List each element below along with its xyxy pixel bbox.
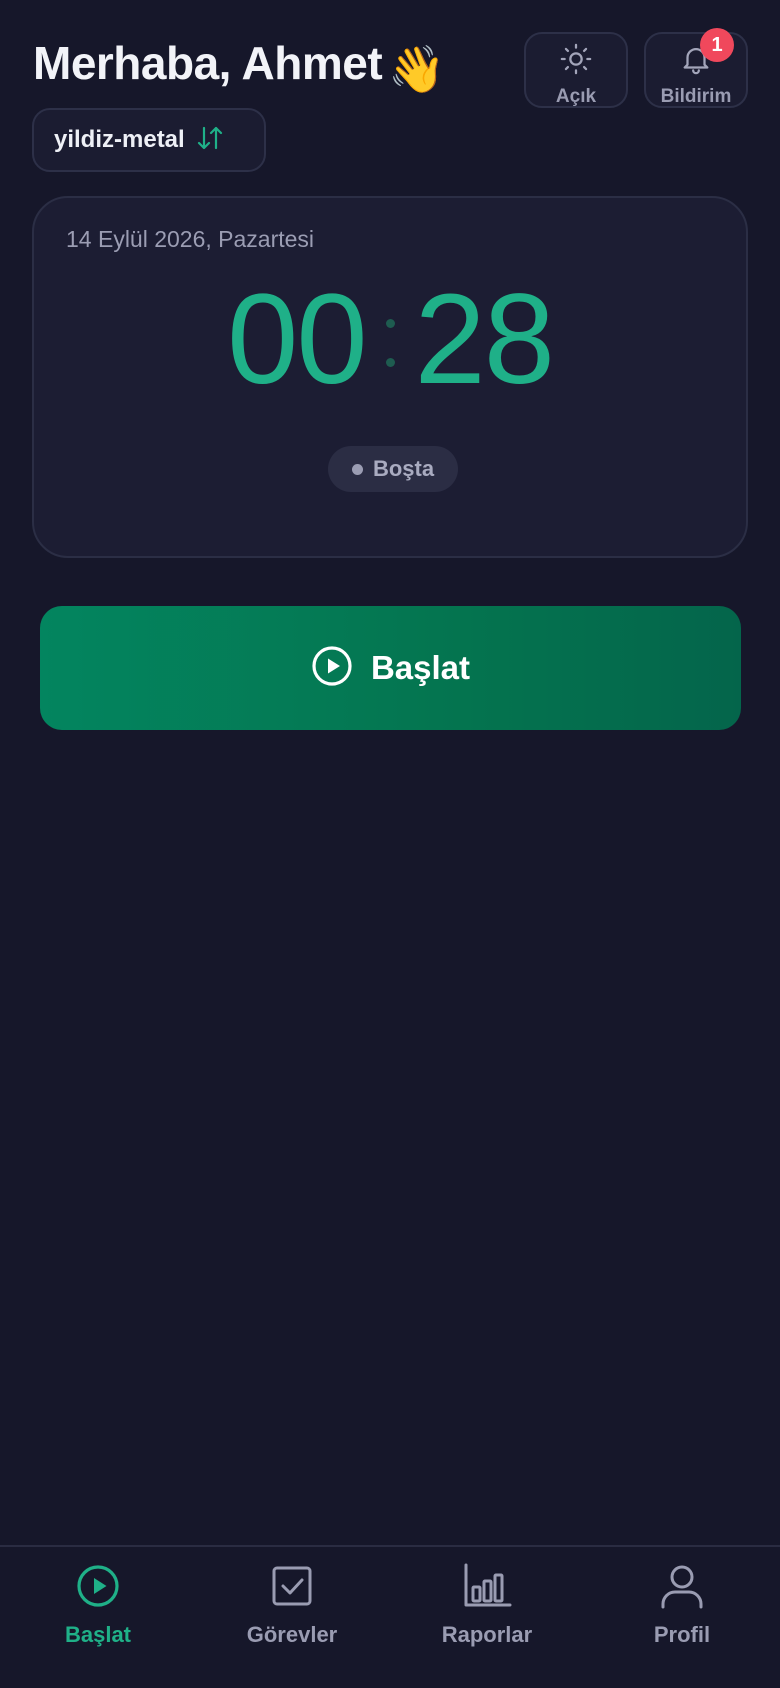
workspace-name: yildiz-metal xyxy=(54,126,185,153)
wave-icon: 👋 xyxy=(388,43,445,95)
nav-item-profile[interactable]: Profil xyxy=(607,1563,757,1648)
nav-label-reports: Raporlar xyxy=(441,1622,533,1647)
nav-item-start[interactable]: Başlat xyxy=(23,1563,173,1648)
nav-label-profile: Profil xyxy=(653,1622,711,1647)
workspace-switcher[interactable]: yildiz-metal xyxy=(32,108,266,172)
theme-toggle-button[interactable]: Açık xyxy=(524,32,628,108)
bar-chart-icon xyxy=(462,1563,512,1614)
status-badge: Boşta xyxy=(328,446,458,492)
timer-hours: 00 xyxy=(227,268,367,411)
play-circle-icon xyxy=(311,645,353,692)
notification-count-badge: 1 xyxy=(700,28,734,62)
start-button-label: Başlat xyxy=(370,649,471,686)
play-circle-icon xyxy=(75,1563,121,1614)
start-button[interactable]: Başlat xyxy=(40,606,741,730)
timer-minutes: 28 xyxy=(414,268,555,411)
current-date: 14 Eylül 2026, Pazartesi xyxy=(66,226,315,252)
status-label: Boşta xyxy=(372,456,435,481)
nav-label-tasks: Görevler xyxy=(246,1622,338,1647)
theme-toggle-label: Açık xyxy=(555,86,597,107)
timer-card: 14 Eylül 2026, Pazartesi 00 28 Boşta xyxy=(32,196,748,558)
greeting-text: Merhaba, Ahmet xyxy=(33,37,383,89)
greeting-heading: Merhaba, Ahmet 👋 xyxy=(33,36,445,97)
notifications-label: Bildirim xyxy=(660,86,732,107)
user-icon xyxy=(659,1563,705,1614)
app-screen: Merhaba, Ahmet 👋 Açık Bildirim 1 yildiz-m… xyxy=(0,0,780,1688)
notifications-button[interactable]: Bildirim 1 xyxy=(644,28,748,108)
sun-icon xyxy=(559,42,593,81)
nav-item-reports[interactable]: Raporlar xyxy=(412,1563,562,1648)
bottom-nav: Başlat Görevler Raporlar Profil xyxy=(0,1545,780,1688)
timer-display: 00 28 xyxy=(34,276,746,404)
swap-arrows-icon xyxy=(195,124,225,157)
status-dot-icon xyxy=(351,463,363,475)
timer-separator xyxy=(385,313,395,367)
checkbox-icon xyxy=(269,1563,315,1614)
nav-label-start: Başlat xyxy=(64,1622,132,1647)
nav-item-tasks[interactable]: Görevler xyxy=(217,1563,367,1648)
